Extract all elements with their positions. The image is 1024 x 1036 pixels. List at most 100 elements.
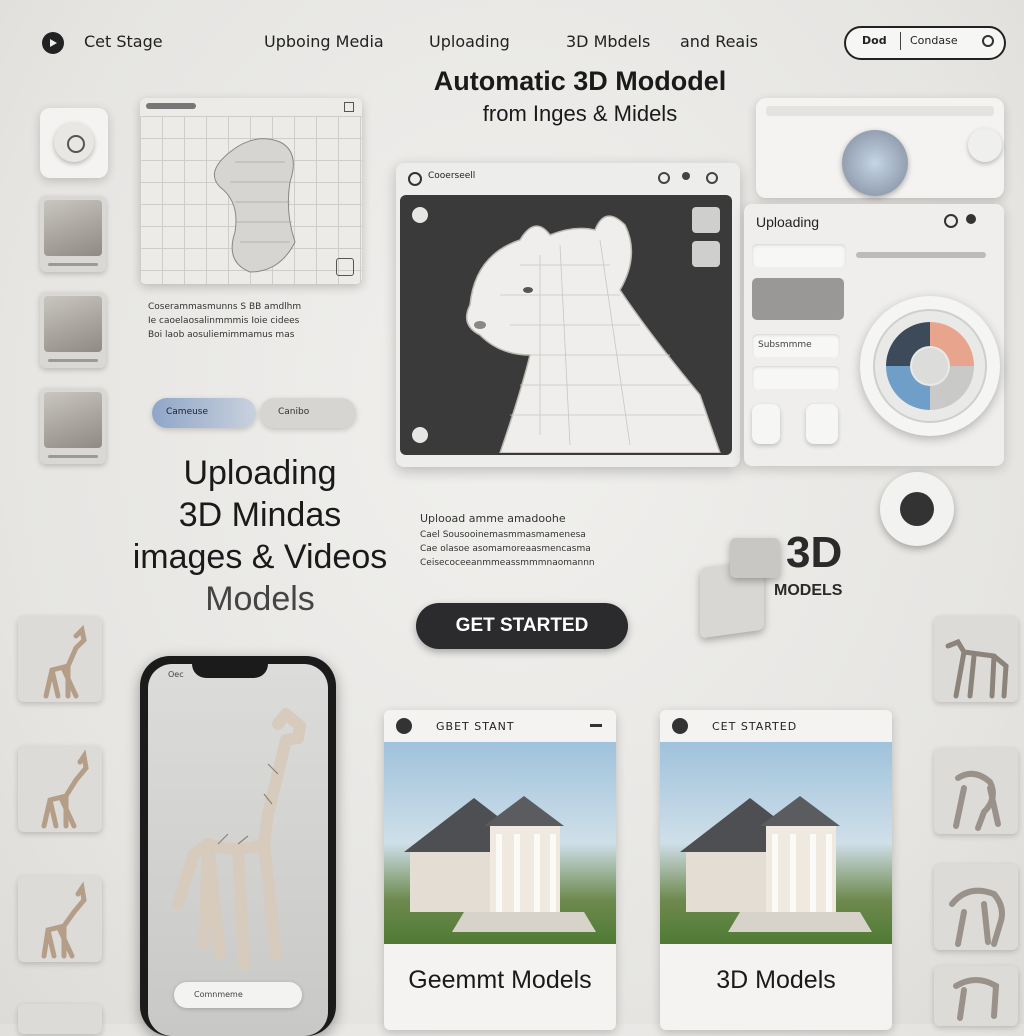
camera-button-label: Cameuse [166, 407, 209, 417]
house-card-2[interactable]: CET STARTED 3D Models [660, 710, 892, 1030]
badge-3d: 3D [786, 528, 843, 577]
phone-action-button[interactable]: Comnmeme [174, 982, 302, 1008]
more-icon[interactable] [590, 724, 602, 727]
right-thumb-4[interactable] [934, 966, 1018, 1026]
fullscreen-icon[interactable] [692, 207, 720, 233]
name-field[interactable]: Subsmmme [752, 334, 840, 358]
promo-line: Cael Sousooinemasmmasmamenesa [420, 530, 586, 540]
model-thumb-1[interactable] [40, 196, 106, 272]
upload-field-2[interactable] [752, 366, 840, 390]
animal-thumb-4[interactable] [18, 1004, 102, 1034]
card-logo-icon [396, 718, 412, 734]
capture-icon[interactable] [968, 128, 1002, 162]
phone-screen[interactable]: Oec Comnmeme [148, 664, 328, 1036]
viewer-canvas[interactable] [400, 195, 732, 455]
brand-name[interactable]: Cet Stage [84, 32, 163, 51]
house-card-header: GBET STANT [384, 710, 616, 742]
settings-icon[interactable] [658, 172, 670, 184]
get-started-button[interactable]: GET STARTED [416, 603, 628, 649]
model-thumb-2[interactable] [40, 292, 106, 368]
toggle-button-1[interactable] [752, 404, 780, 444]
webcam-button[interactable] [880, 472, 954, 546]
nav-link-media[interactable]: Upboing Media [264, 32, 384, 51]
house-card-header: CET STARTED [660, 710, 892, 742]
promo-line: Cae olasoe asomamoreaasmencasma [420, 544, 591, 554]
feature-line3: images & Videos [132, 538, 388, 576]
promo-heading: Uplooad amme amadoohe [420, 512, 566, 525]
house-card-title: Geemmt Models [408, 966, 592, 994]
phone-status: Oec [168, 670, 184, 679]
refresh-icon[interactable] [944, 214, 958, 228]
house-card-1[interactable]: GBET STANT Geemmt Models [384, 710, 616, 1030]
record-icon[interactable] [682, 172, 690, 180]
settings-dial[interactable] [860, 296, 1000, 436]
view-icon[interactable] [412, 207, 428, 223]
cat-model [465, 215, 722, 454]
card-logo-icon [672, 718, 688, 734]
headline-line1: Automatic 3D Mododel [433, 66, 727, 96]
house-card-header-text: CET STARTED [712, 720, 798, 733]
phone-notch [192, 656, 268, 678]
feature-line2: 3D Mindas [178, 496, 342, 534]
name-field-label: Subsmmme [758, 340, 812, 350]
wire-caption-line: Ie caoelaosalinmmmis Ioie cidees [148, 316, 300, 326]
animal-thumb-2[interactable] [18, 746, 102, 832]
phone-mockup: Oec Comnmeme [140, 656, 336, 1036]
nav-link-reais[interactable]: and Reais [680, 32, 758, 51]
headline-line2: from Inges & Midels [482, 101, 678, 126]
wire-caption: Coserammasmunns S BB amdlhm Ie caoelaosa… [148, 300, 368, 342]
play-icon[interactable] [412, 427, 428, 443]
upload-panel-title: Uploading [756, 214, 820, 230]
model-viewer-window: Cooerseell [396, 163, 740, 467]
dial-icon [873, 309, 987, 423]
animal-thumb-3[interactable] [18, 876, 102, 962]
wire-cat-model [213, 138, 296, 273]
account-pill[interactable]: Dod Condase [844, 26, 1006, 60]
right-thumb-1[interactable] [934, 616, 1018, 702]
pill-divider [900, 32, 901, 50]
giraffe-model [172, 708, 306, 970]
house-photo [660, 742, 892, 944]
toggle-icon [982, 35, 994, 47]
promo-text: Uplooad amme amadoohe Cael Sousooinemasm… [420, 512, 650, 570]
right-thumb-2[interactable] [934, 748, 1018, 834]
cancel-button[interactable]: Canibo [260, 398, 356, 428]
nav-link-uploading[interactable]: Uploading [429, 32, 510, 51]
badge-models: MODELS [774, 582, 843, 599]
upload-field-1[interactable] [752, 244, 846, 268]
layers-icon[interactable] [692, 241, 720, 267]
right-thumb-3[interactable] [934, 864, 1018, 950]
nav-link-3d-models[interactable]: 3D Mbdels [566, 32, 650, 51]
viewer-title: Cooerseell [428, 171, 476, 181]
feature-line4: Models [205, 580, 315, 618]
wire-caption-line: Coserammasmunns S BB amdlhm [148, 302, 302, 312]
menu-icon[interactable] [966, 214, 976, 224]
camera-icon [54, 122, 94, 162]
camera-button[interactable]: Cameuse [152, 398, 256, 428]
camera-tile[interactable] [40, 108, 108, 178]
wireframe-preview[interactable] [140, 98, 362, 284]
account-pill-left: Dod [862, 34, 887, 47]
lens-icon[interactable] [842, 130, 908, 196]
feature-title: Uploading 3D Mindas images & Videos Mode… [120, 452, 400, 620]
wire-title-bar [146, 103, 196, 109]
account-pill-right: Condase [910, 34, 958, 47]
close-icon[interactable] [344, 102, 354, 112]
feature-line1: Uploading [183, 454, 337, 492]
rotate-icon[interactable] [336, 258, 354, 276]
logo-icon[interactable] [42, 32, 64, 54]
animal-thumb-1[interactable] [18, 616, 102, 702]
cancel-button-label: Canibo [278, 407, 310, 417]
wire-caption-line: Boi laob aosuliemimmamus mas [148, 330, 295, 340]
webcam-icon [900, 492, 934, 526]
3d-models-badge: 3D MODELS [700, 528, 870, 639]
top-nav: Cet Stage Upboing Media Uploading 3D Mbd… [34, 24, 1006, 64]
upload-progress [856, 252, 986, 258]
toggle-button-2[interactable] [806, 404, 838, 444]
viewer-titlebar: Cooerseell [396, 163, 740, 191]
share-icon[interactable] [706, 172, 718, 184]
viewer-logo-icon [408, 172, 422, 186]
house-card-title: 3D Models [716, 966, 836, 994]
preview-swatch[interactable] [752, 278, 844, 320]
model-thumb-3[interactable] [40, 388, 106, 464]
